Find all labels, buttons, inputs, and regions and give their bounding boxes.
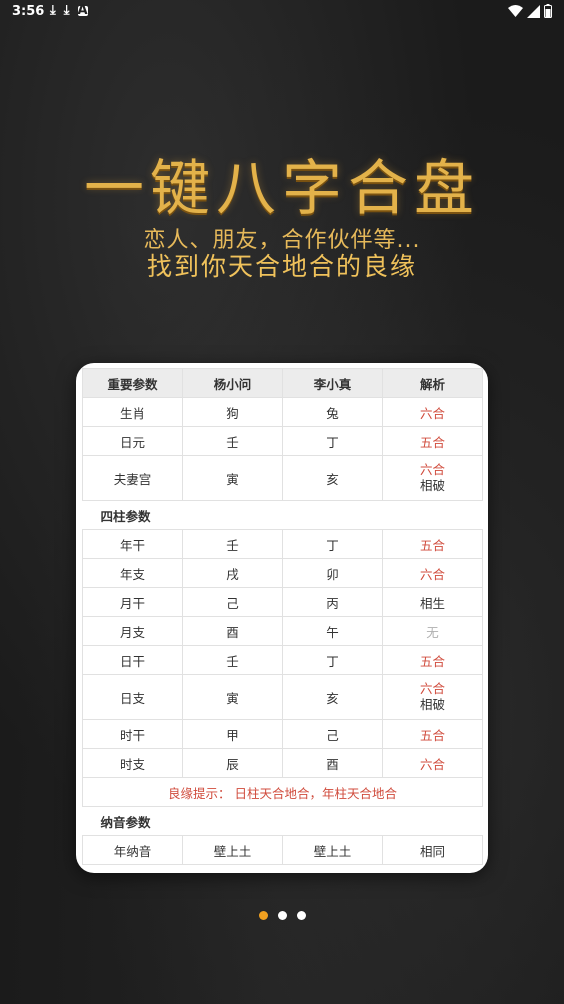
compatibility-table: 重要参数 杨小问 李小真 解析 生肖 狗 兔 六合 日元 壬 丁 五合 夫妻宫 …	[82, 368, 483, 865]
cell-param: 年支	[82, 558, 183, 588]
cell-a: 寅	[182, 674, 283, 720]
cell-result: 六合 相破	[382, 455, 483, 501]
table-row: 日元 壬 丁 五合	[82, 426, 483, 456]
download-icon: ⤓	[63, 3, 70, 18]
header-person-b: 李小真	[282, 368, 383, 398]
cell-a: 壬	[182, 645, 283, 675]
result-secondary: 相破	[419, 697, 445, 712]
cell-result: 五合	[382, 645, 483, 675]
cell-param: 月支	[82, 616, 183, 646]
page-dot-1[interactable]	[258, 911, 268, 920]
cell-a: 壁上土	[182, 835, 283, 865]
table-row: 生肖 狗 兔 六合	[82, 397, 483, 427]
cell-param: 年干	[82, 529, 183, 559]
download-icon: ⤓	[50, 3, 56, 18]
cell-b: 午	[282, 616, 383, 646]
section-title: 纳音参数	[82, 806, 483, 836]
app-notification-icon: A	[77, 2, 88, 18]
header-analysis: 解析	[382, 368, 483, 398]
cell-b: 己	[282, 719, 383, 749]
battery-icon	[544, 4, 552, 18]
page-dot-3[interactable]	[296, 911, 306, 920]
cell-a: 戌	[182, 558, 283, 588]
result-primary: 六合	[419, 462, 445, 477]
cell-b: 酉	[282, 748, 383, 778]
match-tip: 良缘提示： 日柱天合地合，年柱天合地合	[82, 777, 483, 807]
result-primary: 六合	[419, 681, 445, 696]
cell-result: 相同	[382, 835, 483, 865]
cell-a: 酉	[182, 616, 283, 646]
cell-result: 五合	[382, 719, 483, 749]
cell-param: 夫妻宫	[82, 455, 183, 501]
section-title: 四柱参数	[82, 500, 483, 530]
cell-result: 五合	[382, 426, 483, 456]
cell-param: 年纳音	[82, 835, 183, 865]
section-row-nayin: 纳音参数	[82, 806, 483, 836]
table-row: 年支 戌 卯 六合	[82, 558, 483, 588]
cell-a: 己	[182, 587, 283, 617]
cell-b: 丁	[282, 529, 383, 559]
notification-icons: ⤓ ⤓ A	[50, 3, 88, 18]
cell-a: 甲	[182, 719, 283, 749]
page-indicator	[0, 911, 564, 920]
cell-result: 六合	[382, 397, 483, 427]
cell-a: 狗	[182, 397, 283, 427]
cell-b: 亥	[282, 455, 383, 501]
table-row: 日支 寅 亥 六合 相破	[82, 674, 483, 720]
cell-a: 壬	[182, 426, 283, 456]
hero-tagline: 找到你天合地合的良缘	[146, 252, 417, 281]
table-row: 月支 酉 午 无	[82, 616, 483, 646]
signal-icon	[527, 4, 540, 18]
cell-param: 月干	[82, 587, 183, 617]
cell-result: 六合 相破	[382, 674, 483, 720]
cell-b: 卯	[282, 558, 383, 588]
compatibility-table-card: 重要参数 杨小问 李小真 解析 生肖 狗 兔 六合 日元 壬 丁 五合 夫妻宫 …	[76, 363, 488, 873]
table-row: 年纳音 壁上土 壁上土 相同	[82, 835, 483, 865]
cell-param: 生肖	[82, 397, 183, 427]
cell-result: 五合	[382, 529, 483, 559]
cell-a: 寅	[182, 455, 283, 501]
page-dot-2[interactable]	[277, 911, 287, 920]
header-person-a: 杨小问	[182, 368, 283, 398]
table-row: 时干 甲 己 五合	[82, 719, 483, 749]
cell-b: 丁	[282, 426, 383, 456]
cell-param: 时干	[82, 719, 183, 749]
wifi-icon	[508, 4, 523, 17]
cell-result: 相生	[382, 587, 483, 617]
status-bar: 3:56 ⤓ ⤓ A	[0, 0, 564, 24]
header-param: 重要参数	[82, 368, 183, 398]
system-icons	[508, 4, 552, 18]
hero-title: 一键八字合盘	[84, 154, 480, 224]
table-row: 时支 辰 酉 六合	[82, 748, 483, 778]
tip-row: 良缘提示： 日柱天合地合，年柱天合地合	[82, 777, 483, 807]
table-row: 月干 己 丙 相生	[82, 587, 483, 617]
cell-a: 壬	[182, 529, 283, 559]
table-row: 年干 壬 丁 五合	[82, 529, 483, 559]
cell-result: 六合	[382, 748, 483, 778]
cell-b: 亥	[282, 674, 383, 720]
cell-a: 辰	[182, 748, 283, 778]
cell-param: 时支	[82, 748, 183, 778]
cell-b: 丁	[282, 645, 383, 675]
table-header-row: 重要参数 杨小问 李小真 解析	[82, 368, 483, 398]
result-secondary: 相破	[419, 478, 445, 493]
cell-b: 丙	[282, 587, 383, 617]
cell-result: 六合	[382, 558, 483, 588]
cell-param: 日干	[82, 645, 183, 675]
section-row-pillars: 四柱参数	[82, 500, 483, 530]
cell-param: 日元	[82, 426, 183, 456]
table-row: 夫妻宫 寅 亥 六合 相破	[82, 455, 483, 501]
cell-param: 日支	[82, 674, 183, 720]
status-time: 3:56	[12, 4, 45, 19]
cell-b: 壁上土	[282, 835, 383, 865]
cell-result: 无	[382, 616, 483, 646]
cell-b: 兔	[282, 397, 383, 427]
table-row: 日干 壬 丁 五合	[82, 645, 483, 675]
